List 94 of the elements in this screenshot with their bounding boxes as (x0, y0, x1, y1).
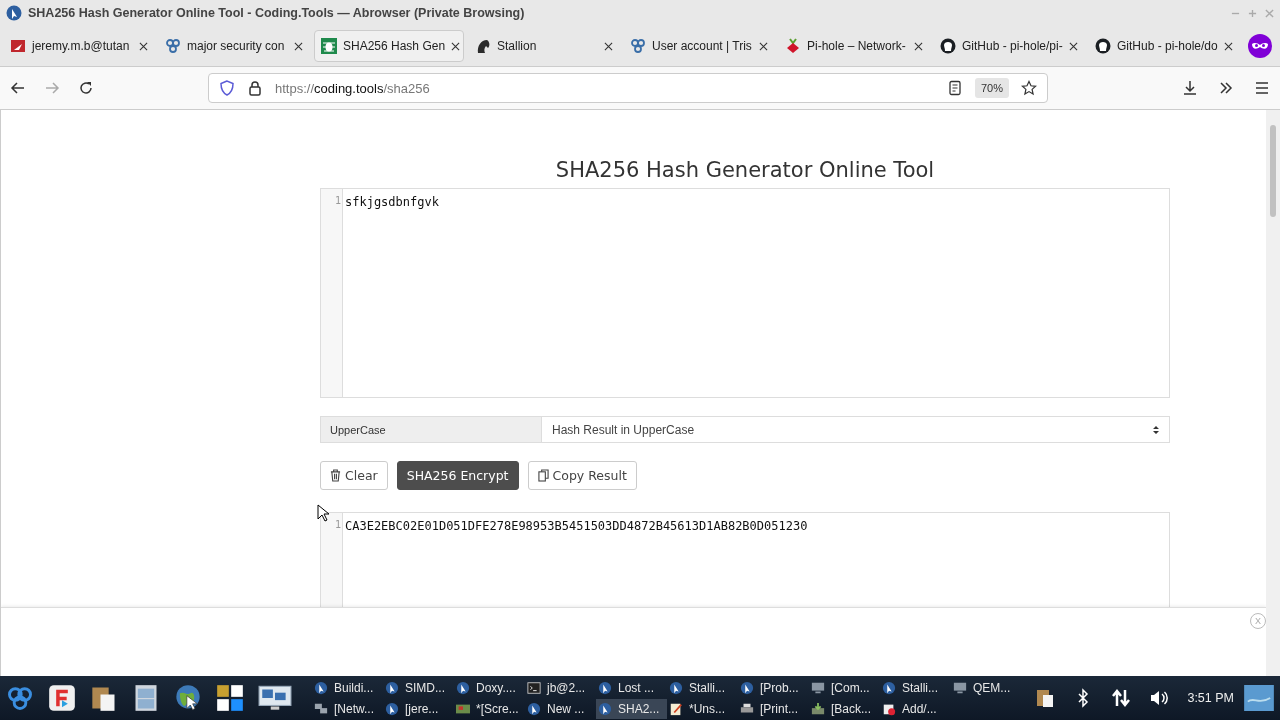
drive-icon (811, 701, 825, 716)
monitor-icon (953, 680, 967, 695)
globe-icon[interactable] (174, 684, 202, 712)
close-icon[interactable] (914, 41, 923, 51)
clipboard-icon[interactable] (1035, 688, 1056, 708)
browser-tab[interactable]: Stallion (469, 30, 619, 62)
taskbar-button[interactable]: SIMD... (383, 677, 454, 698)
browser-tab[interactable]: jeremy.m.b@tutan (4, 30, 154, 62)
taskbar-button[interactable]: [Back... (809, 698, 880, 719)
private-mask-icon[interactable] (1248, 34, 1272, 58)
show-desktop-icon[interactable] (1244, 685, 1274, 711)
network-icon (314, 701, 328, 716)
globe-icon (740, 680, 754, 695)
taskbar-button[interactable]: Add/... (880, 698, 951, 719)
editor-text: CA3E2EBC02E01D051DFE278E98953B5451503DD4872B45613D1AB82B0D051230 (344, 518, 809, 535)
taskbar-button[interactable]: [jere... (383, 698, 454, 719)
editor-text: sfkjgsdbnfgvk (344, 194, 440, 211)
browser-tab[interactable]: Pi-hole – Network- (779, 30, 929, 62)
globe-icon (527, 701, 541, 716)
menu-icon[interactable] (1254, 80, 1270, 96)
globe-icon (6, 5, 22, 21)
line-number: 1 (334, 519, 341, 530)
browser-tab[interactable]: major security con (159, 30, 309, 62)
browser-tab[interactable]: User account | Tris (624, 30, 774, 62)
close-icon[interactable] (139, 41, 148, 51)
taskbar-button[interactable]: *Uns... (667, 698, 738, 719)
raspberry-icon (785, 38, 801, 54)
volume-icon[interactable] (1149, 688, 1170, 708)
globe-icon (882, 680, 896, 695)
taskbar-button[interactable]: SHA2... (596, 698, 667, 719)
globe-icon (669, 680, 683, 695)
zoom-button[interactable]: 70% (974, 78, 1009, 98)
app-launcher-icon[interactable] (48, 684, 76, 712)
taskbar-button[interactable]: [Netw... (312, 698, 383, 719)
taskbar-button[interactable]: Doxy.... (454, 677, 525, 698)
taskbar-button[interactable]: New ... (525, 698, 596, 719)
close-icon[interactable] (1069, 41, 1078, 51)
desktop-monitor-icon[interactable] (258, 684, 292, 712)
scrollbar[interactable] (1266, 110, 1280, 676)
overflow-icon[interactable] (1218, 80, 1234, 96)
monitor-icon (811, 680, 825, 695)
browser-tab[interactable]: SHA256 Hash Gen (314, 30, 464, 62)
taskbar-button[interactable]: [Prob... (738, 677, 809, 698)
browser-tab[interactable]: GitHub - pi-hole/pi- (934, 30, 1084, 62)
shield-icon[interactable] (219, 80, 235, 96)
browser-tab[interactable]: GitHub - pi-hole/do (1089, 30, 1239, 62)
globe-icon (385, 701, 399, 716)
trash-icon (330, 469, 341, 482)
taskbar-button[interactable]: Stalli... (667, 677, 738, 698)
terminal-icon (527, 680, 541, 695)
network-arrows-icon[interactable] (1111, 688, 1132, 708)
notepad-icon (669, 701, 683, 716)
window-title: SHA256 Hash Generator Online Tool - Coding.Tools — Abrowser (Private Browsing) (28, 6, 525, 20)
back-icon[interactable] (10, 80, 26, 96)
globe-icon (598, 680, 612, 695)
case-label: UpperCase (321, 417, 542, 442)
taskbar-button[interactable]: [Print... (738, 698, 809, 719)
globe-icon (314, 680, 328, 695)
lock-icon[interactable] (247, 80, 263, 96)
taskbar-button[interactable]: jb@2... (525, 677, 596, 698)
clock[interactable]: 3:51 PM (1187, 691, 1234, 705)
globe-icon (456, 680, 470, 695)
text-input-editor[interactable]: 1 sfkjgsdbnfgvk (320, 188, 1170, 398)
globe-icon (598, 701, 612, 716)
encrypt-button[interactable]: SHA256 Encrypt (396, 461, 519, 490)
clear-button[interactable]: Clear (320, 461, 388, 490)
copy-icon (537, 469, 549, 482)
url-text: https://coding.tools/sha256 (275, 80, 431, 96)
star-icon[interactable] (1021, 80, 1037, 96)
address-bar[interactable]: https://coding.tools/sha256 70% (208, 73, 1048, 103)
close-icon[interactable] (451, 41, 461, 51)
taskbar-button[interactable]: Lost ... (596, 677, 667, 698)
bug-icon (321, 38, 337, 54)
taskbar-button[interactable]: Buildi... (312, 677, 383, 698)
download-icon[interactable] (1182, 80, 1198, 96)
case-dropdown[interactable]: Hash Result in UpperCase (542, 417, 1169, 442)
taskbar-button[interactable]: QEM... (951, 677, 1022, 698)
dropdown-arrows-icon (1153, 424, 1159, 435)
close-icon[interactable] (759, 41, 768, 51)
workspace-switcher-icon[interactable] (216, 684, 244, 712)
close-icon[interactable] (1224, 41, 1233, 51)
line-number: 1 (334, 195, 341, 206)
taskbar-button[interactable]: [Com... (809, 677, 880, 698)
close-icon[interactable] (294, 41, 303, 51)
mouse-cursor-icon (317, 504, 329, 522)
globe-icon (385, 680, 399, 695)
page-heading: SHA256 Hash Generator Online Tool (554, 158, 936, 182)
reader-view-icon[interactable] (946, 80, 963, 96)
taskbar-button[interactable]: *[Scre... (454, 698, 525, 719)
close-icon[interactable] (604, 41, 613, 51)
reload-icon[interactable] (78, 80, 94, 96)
copy-result-button[interactable]: Copy Result (527, 461, 637, 490)
taskbar-button[interactable]: Stalli... (880, 677, 951, 698)
printer-icon (740, 701, 754, 716)
